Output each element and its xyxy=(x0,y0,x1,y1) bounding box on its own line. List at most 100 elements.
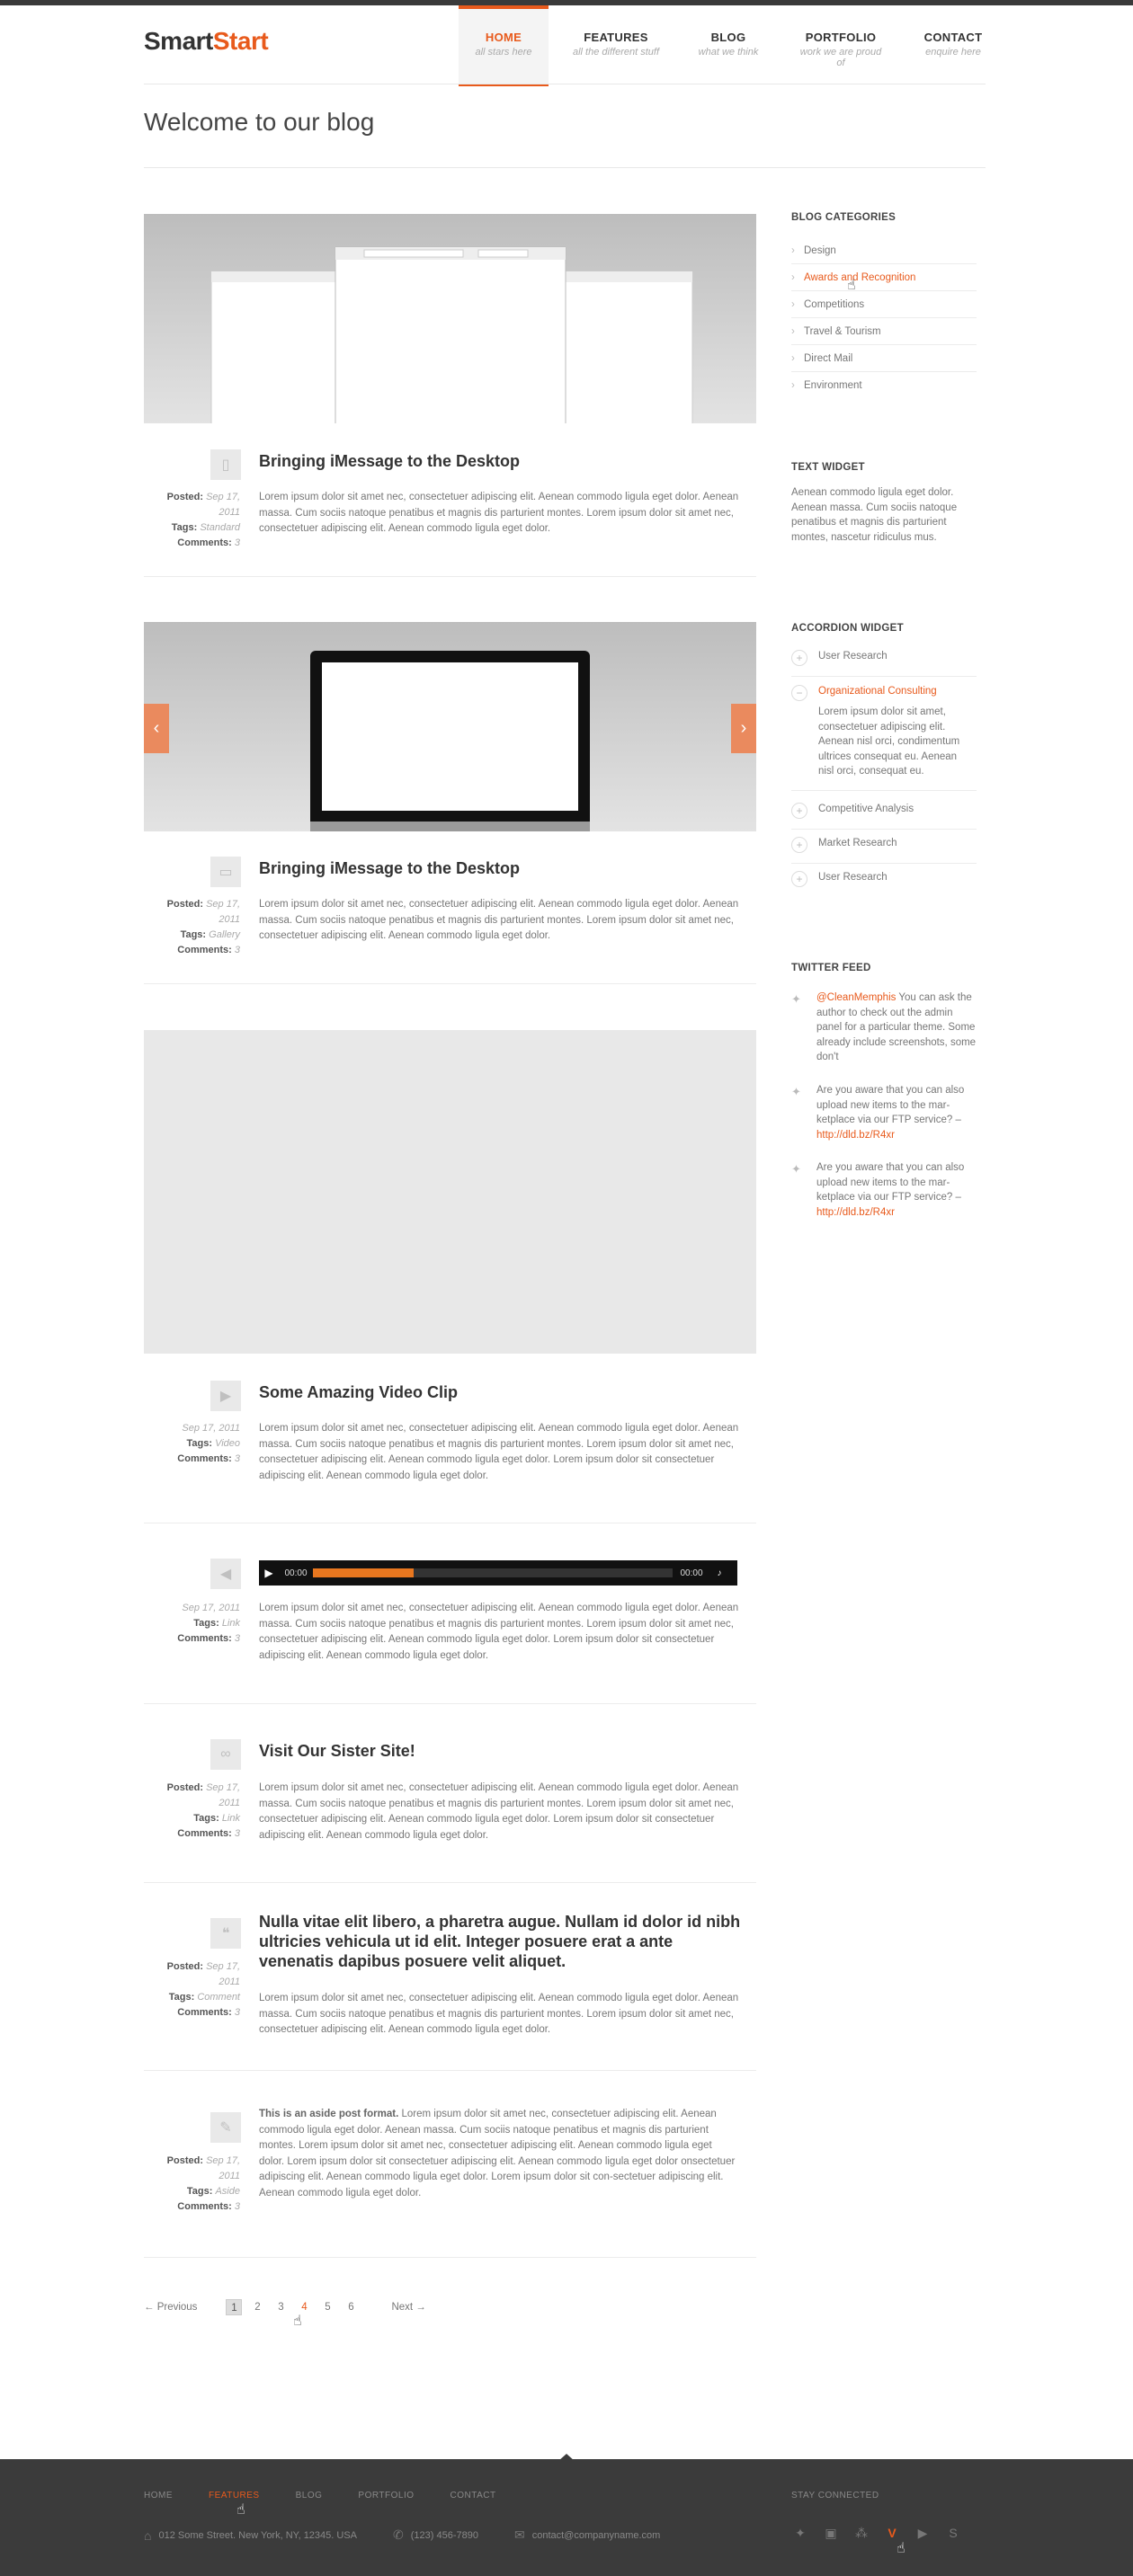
hand-cursor-icon: ☝ xyxy=(293,2314,302,2329)
post-excerpt: Lorem ipsum dolor sit amet nec, consecte… xyxy=(259,899,739,941)
next-page-link[interactable]: Next → xyxy=(391,2302,425,2313)
mail-icon: ✉ xyxy=(513,2527,525,2542)
categories-heading: BLOG CATEGORIES xyxy=(791,212,897,223)
stay-connected-heading: STAY CONNECTED xyxy=(791,2491,879,2500)
post-meta: Sep 17, 2011 Tags: Video Comments: 3 xyxy=(177,1423,240,1464)
post-title[interactable]: Visit Our Sister Site! xyxy=(259,1741,745,1761)
laptop-illustration xyxy=(310,651,590,831)
post-divider xyxy=(144,983,756,984)
tweet: ✦ @CleanMemphis You can ask the author to… xyxy=(791,992,977,1062)
youtube-icon[interactable]: ▶ xyxy=(914,2524,932,2542)
post-meta: Posted: Sep 17, 2011 Tags: Comment Comme… xyxy=(166,1961,240,2018)
audio-progress-bar[interactable] xyxy=(313,1568,673,1577)
footer-link-features[interactable]: FEATURES xyxy=(209,2491,260,2500)
post-meta: Posted: Sep 17, 2011 Tags: Link Comments… xyxy=(166,1782,240,1839)
category-awards[interactable]: Awards and Recognition xyxy=(791,264,977,291)
hand-cursor-icon: ☝ xyxy=(236,2502,245,2518)
site-footer xyxy=(0,2459,1133,2576)
hand-cursor-icon: ☝ xyxy=(847,278,856,293)
audio-play-button[interactable]: ▶ xyxy=(259,1567,279,1579)
accordion-item-open[interactable]: − Organizational Consulting Lorem ipsum d… xyxy=(791,685,977,791)
accordion-content: Lorem ipsum dolor sit amet, consectetuer… xyxy=(818,706,960,777)
accordion-item[interactable]: + Competitive Analysis xyxy=(791,803,977,830)
phone-icon: ✆ xyxy=(393,2527,404,2542)
post-divider xyxy=(144,2070,756,2071)
footer-link-portfolio[interactable]: PORTFOLIO xyxy=(358,2491,414,2500)
accordion-heading: ACCORDION WIDGET xyxy=(791,623,904,634)
footer-contact-info: ⌂ 012 Some Street. New York, NY, 12345. U… xyxy=(144,2527,661,2543)
plus-icon: + xyxy=(791,871,807,887)
accordion-item[interactable]: + User Research xyxy=(791,871,977,898)
facebook-icon[interactable]: ▣ xyxy=(822,2524,840,2542)
post-title[interactable]: Some Amazing Video Clip xyxy=(259,1382,745,1402)
post-excerpt: Lorem ipsum dolor sit amet nec, consecte… xyxy=(259,492,739,534)
accordion-item[interactable]: + User Research xyxy=(791,650,977,677)
category-design[interactable]: Design xyxy=(791,237,977,264)
footer-link-contact[interactable]: CONTACT xyxy=(451,2491,496,2500)
minus-icon: − xyxy=(791,685,807,701)
video-player[interactable] xyxy=(144,1030,756,1354)
site-logo[interactable]: SmartStart xyxy=(144,27,269,56)
post-meta: Posted: Sep 17, 2011 Tags: Standard Comm… xyxy=(166,492,240,548)
post-divider xyxy=(144,2257,756,2258)
twitter-bird-icon: ✦ xyxy=(791,1085,801,1098)
volume-icon[interactable]: ♪ xyxy=(710,1568,728,1578)
nav-portfolio[interactable]: PORTFOLIO work we are proud of xyxy=(796,5,886,84)
page-3[interactable]: 3 xyxy=(272,2299,289,2315)
image-icon: ▭ xyxy=(210,857,241,887)
post-title[interactable]: Bringing iMessage to the Desktop xyxy=(259,451,745,471)
category-travel[interactable]: Travel & Tourism xyxy=(791,318,977,345)
post-divider xyxy=(144,576,756,577)
post-title[interactable]: Nulla vitae elit libero, a pharetra augu… xyxy=(259,1912,745,1971)
nav-blog[interactable]: BLOG what we think xyxy=(683,5,773,84)
page-title: Welcome to our blog xyxy=(144,108,375,136)
post-meta: Sep 17, 2011 Tags: Link Comments: 3 xyxy=(177,1603,240,1644)
slider-next-button[interactable]: › xyxy=(731,704,756,753)
post-excerpt: Lorem ipsum dolor sit amet nec, consecte… xyxy=(259,1423,739,1481)
plus-icon: + xyxy=(791,650,807,666)
skype-icon[interactable]: S xyxy=(944,2524,962,2542)
category-competitions[interactable]: Competitions xyxy=(791,291,977,318)
prev-page-link[interactable]: ← Previous xyxy=(144,2302,197,2313)
post-excerpt: Lorem ipsum dolor sit amet nec, consecte… xyxy=(259,1782,739,1841)
text-widget-body: Aenean commodo ligula eget dolor. Aenean… xyxy=(791,487,958,543)
accordion-item[interactable]: + Market Research xyxy=(791,837,977,864)
post-meta: Posted: Sep 17, 2011 Tags: Gallery Comme… xyxy=(166,899,240,955)
nav-home[interactable]: HOME all stars here xyxy=(459,5,549,86)
gallery-slider[interactable] xyxy=(144,622,756,831)
audio-current-time: 00:00 xyxy=(284,1568,308,1578)
category-direct-mail[interactable]: Direct Mail xyxy=(791,345,977,372)
page-6[interactable]: 6 xyxy=(343,2299,359,2315)
nav-features[interactable]: FEATURES all the different stuff xyxy=(571,5,661,84)
post-excerpt: Lorem ipsum dolor sit amet nec, consecte… xyxy=(259,1993,739,2035)
footer-nav: HOME FEATURES BLOG PORTFOLIO CONTACT xyxy=(144,2491,532,2500)
tweet: ✦ Are you aware that you can also upload … xyxy=(791,1162,965,1218)
post-meta: Posted: Sep 17, 2011 Tags: Aside Comment… xyxy=(166,2155,240,2212)
twitter-heading: TWITTER FEED xyxy=(791,963,871,973)
link-icon: ∞ xyxy=(210,1739,241,1770)
flickr-icon[interactable]: ⁂ xyxy=(852,2524,870,2542)
category-environment[interactable]: Environment xyxy=(791,372,977,399)
footer-link-home[interactable]: HOME xyxy=(144,2491,173,2500)
post-title[interactable]: Bringing iMessage to the Desktop xyxy=(259,858,745,878)
audio-duration: 00:00 xyxy=(680,1568,703,1578)
main-nav: HOME all stars here FEATURES all the diffe… xyxy=(459,5,998,86)
post-featured-image[interactable] xyxy=(144,214,756,423)
home-icon: ⌂ xyxy=(144,2527,152,2543)
twitter-icon[interactable]: ✦ xyxy=(791,2524,809,2542)
nav-contact[interactable]: CONTACT enquire here xyxy=(908,5,998,84)
text-widget-heading: TEXT WIDGET xyxy=(791,462,865,473)
play-icon: ▶ xyxy=(210,1381,241,1411)
pagination: ← Previous 1 2 3 4 5 6 Next → xyxy=(144,2299,426,2315)
page-2[interactable]: 2 xyxy=(249,2299,265,2315)
title-divider xyxy=(144,167,986,168)
browser-windows-illustration xyxy=(210,246,693,423)
page-5[interactable]: 5 xyxy=(319,2299,335,2315)
page-1[interactable]: 1 xyxy=(226,2299,243,2315)
footer-link-blog[interactable]: BLOG xyxy=(296,2491,323,2500)
post-excerpt: Lorem ipsum dolor sit amet nec, consecte… xyxy=(259,1603,739,1661)
document-icon: ▯ xyxy=(210,449,241,480)
audio-player: ▶ 00:00 00:00 ♪ xyxy=(259,1560,737,1586)
audio-progress-fill xyxy=(313,1568,414,1577)
slider-prev-button[interactable]: ‹ xyxy=(144,704,169,753)
